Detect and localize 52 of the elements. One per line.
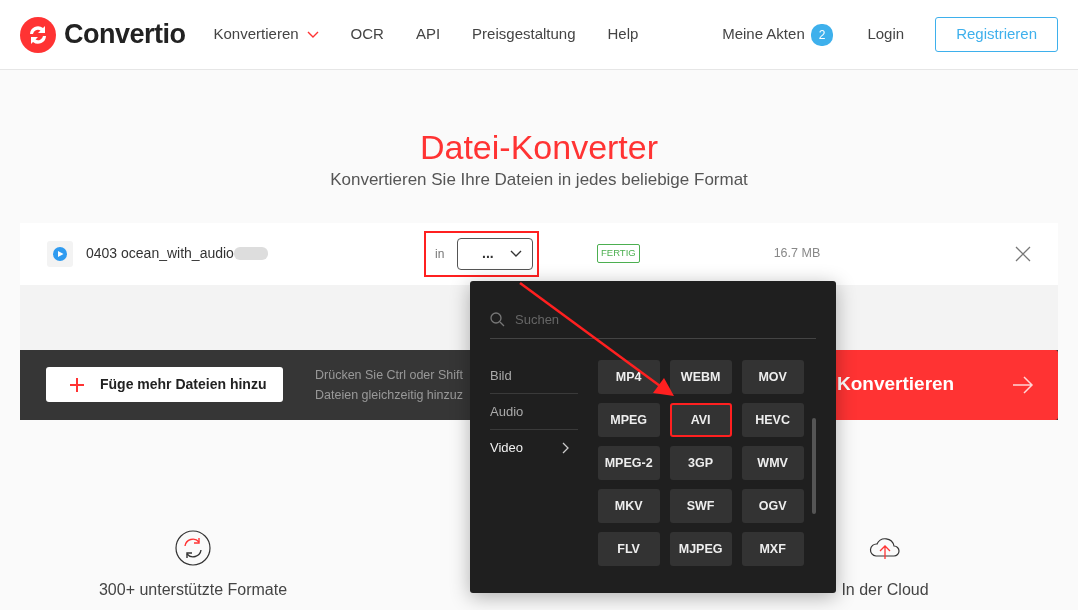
format-option[interactable]: SWF	[669, 489, 732, 523]
chevron-down-icon	[510, 249, 522, 258]
plus-icon	[70, 377, 84, 392]
close-icon	[1015, 245, 1031, 262]
nav-link[interactable]: Preisgestaltung	[472, 23, 576, 46]
scrollbar[interactable]	[811, 418, 816, 514]
format-option[interactable]: MKV	[597, 489, 660, 523]
close-button[interactable]	[1014, 244, 1032, 263]
category-item[interactable]: Video	[490, 430, 578, 466]
format-option[interactable]: MJPEG	[669, 532, 732, 566]
blurred-extension	[233, 247, 268, 260]
count-badge: 2	[810, 23, 834, 46]
hint-text: Drücken Sie Ctrl oder Shift	[315, 367, 463, 382]
play-icon	[53, 246, 67, 261]
logo-icon	[20, 16, 56, 53]
format-option[interactable]: MP4	[597, 360, 660, 394]
page-title: Datei-Konverter	[418, 127, 660, 167]
format-option[interactable]: MPEG	[597, 403, 660, 437]
chevron-right-icon	[561, 442, 570, 454]
format-select[interactable]: ...	[457, 237, 533, 270]
format-option[interactable]: WEBM	[669, 360, 732, 394]
search-icon	[490, 312, 505, 327]
nav-link[interactable]: Konvertieren	[213, 23, 319, 46]
feature-label: In der Cloud	[841, 579, 929, 600]
category-item[interactable]: Bild	[490, 358, 578, 394]
search-field[interactable]: Suchen	[513, 308, 713, 331]
format-option[interactable]: 3GP	[669, 446, 732, 480]
arrow-right-icon	[1012, 374, 1034, 395]
nav-link[interactable]: Help	[607, 23, 639, 46]
format-option[interactable]: MXF	[741, 532, 804, 566]
login-link[interactable]: Login	[867, 23, 905, 46]
to-label: in	[435, 245, 446, 263]
nav-link[interactable]: Meine Akten	[722, 23, 805, 46]
subtitle: Konvertieren Sie Ihre Dateien in jedes beliebige Format	[330, 170, 748, 189]
format-option[interactable]: HEVC	[741, 403, 804, 437]
format-option[interactable]: OGV	[741, 489, 804, 523]
nav-link[interactable]: OCR	[350, 23, 384, 46]
nav-link[interactable]: API	[415, 23, 441, 46]
file-name: 0403 ocean_with_audio	[86, 244, 234, 263]
hint-text: Dateien gleichzeitig hinzuz	[315, 387, 463, 402]
file-size: 16.7 MB	[773, 245, 821, 263]
format-option[interactable]: FLV	[597, 532, 660, 566]
logo-text: Convertio	[64, 18, 186, 52]
format-option[interactable]: AVI	[669, 403, 732, 437]
sync-icon	[175, 529, 211, 566]
status-badge: FERTIG	[597, 244, 640, 263]
feature-label: 300+ unterstützte Formate	[98, 579, 288, 600]
format-option[interactable]: WMV	[741, 446, 804, 480]
format-option[interactable]: MOV	[741, 360, 804, 394]
format-option[interactable]: MPEG-2	[597, 446, 660, 480]
category-item[interactable]: Audio	[490, 394, 578, 430]
add-files-button[interactable]: Füge mehr Dateien hinzu	[46, 367, 283, 402]
